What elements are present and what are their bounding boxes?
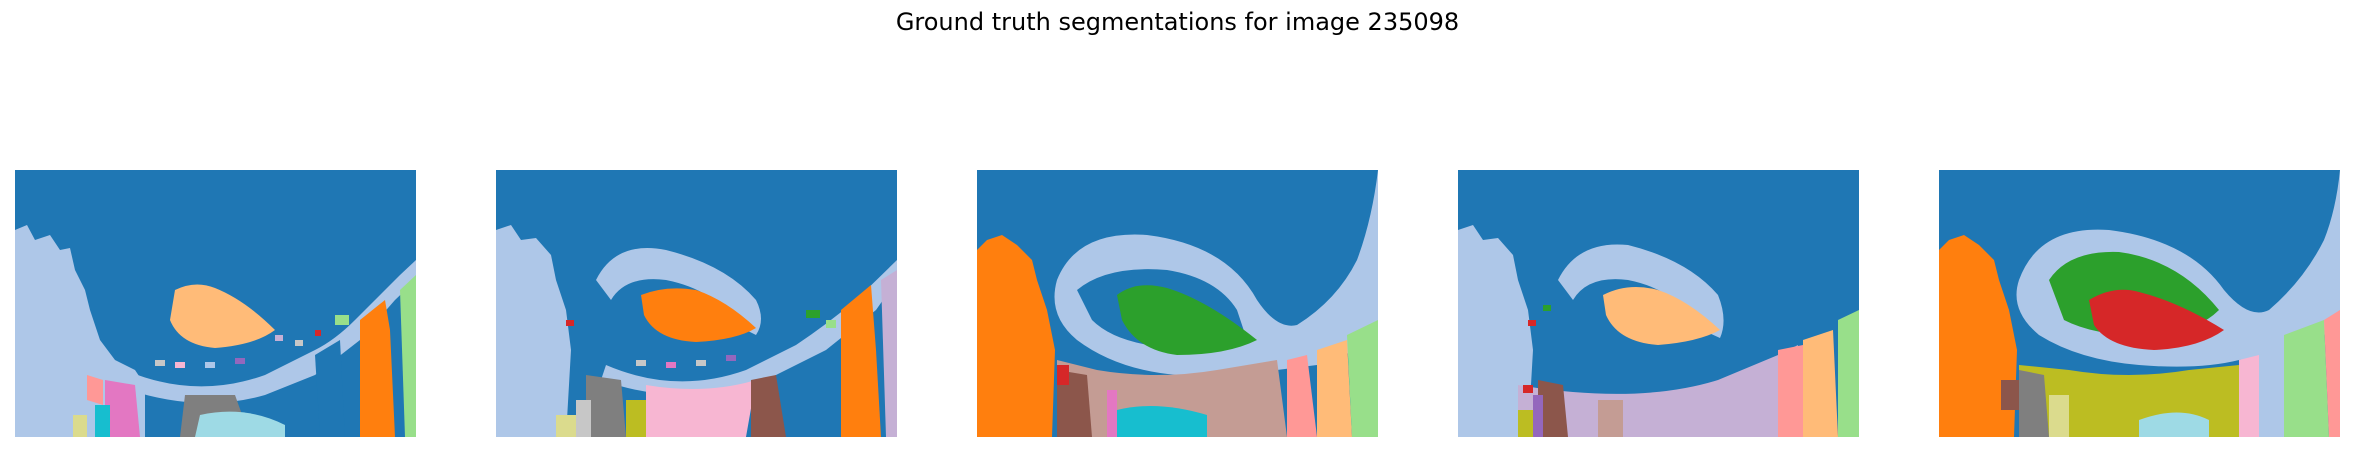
segmentation-panel-2: [496, 170, 897, 437]
segmentation-map-2: [496, 170, 897, 437]
segmentation-panel-1: [15, 170, 416, 437]
figure-title: Ground truth segmentations for image 235…: [895, 8, 1460, 36]
segmentation-panel-5: [1939, 170, 2340, 437]
segmentation-map-5: [1939, 170, 2340, 437]
segmentation-panel-4: [1458, 170, 1859, 437]
segmentation-panel-3: [977, 170, 1378, 437]
segmentation-map-1: [15, 170, 416, 437]
segmentation-map-3: [977, 170, 1378, 437]
segmentation-map-4: [1458, 170, 1859, 437]
